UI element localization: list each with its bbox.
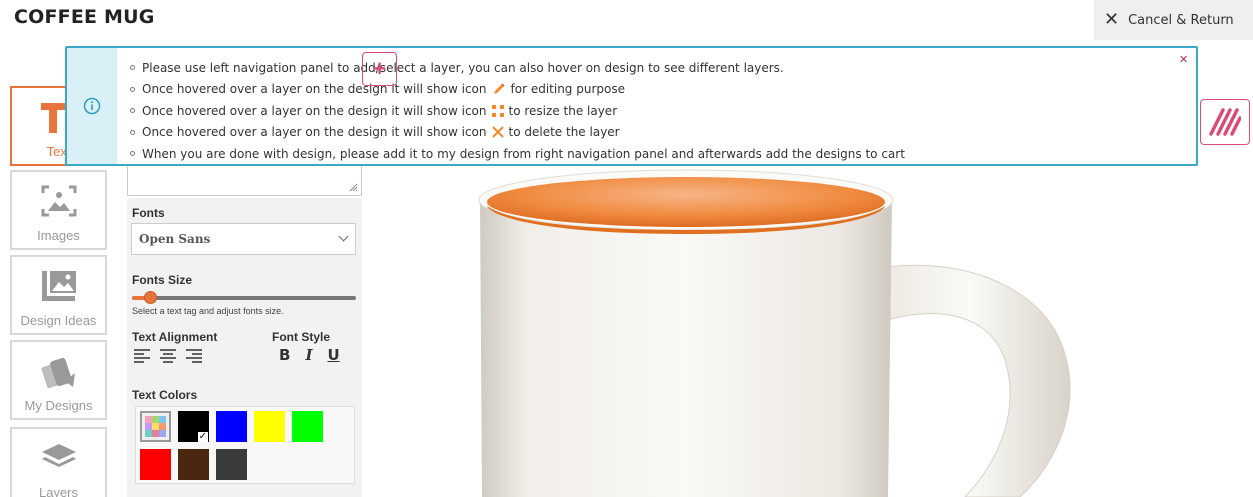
- palette-icon: [145, 416, 166, 437]
- help-text: Once hovered over a layer on the design …: [142, 103, 487, 118]
- font-style-buttons: B I U: [279, 346, 340, 364]
- underline-button[interactable]: U: [327, 346, 339, 364]
- help-text: for editing purpose: [510, 82, 625, 97]
- popup-close-button[interactable]: ×: [1179, 52, 1188, 68]
- page-title: COFFEE MUG: [14, 6, 155, 28]
- info-icon: [83, 97, 101, 115]
- designer-app: COFFEE MUG ✕ Cancel & Return Text Images…: [0, 0, 1253, 497]
- help-line: Once hovered over a layer on the design …: [130, 79, 905, 101]
- font-select-value: Open Sans: [139, 232, 211, 246]
- pattern-button[interactable]: [1200, 99, 1250, 145]
- font-style-label: Font Style: [272, 330, 331, 344]
- help-text: When you are done with design, please ad…: [142, 146, 905, 161]
- chevron-down-icon: [338, 231, 349, 242]
- align-center-icon[interactable]: [159, 348, 177, 364]
- text-colors-label: Text Colors: [132, 388, 198, 402]
- layers-icon: [39, 440, 79, 479]
- cancel-return-label: Cancel & Return: [1128, 12, 1234, 28]
- help-text: Once hovered over a layer on the design …: [142, 125, 487, 140]
- resize-icon: [491, 104, 504, 117]
- sidebar-item-layers[interactable]: Layers: [10, 427, 107, 497]
- stripes-icon: [1209, 108, 1241, 136]
- delete-icon: [491, 126, 504, 138]
- bullet-icon: [130, 108, 135, 114]
- color-swatch[interactable]: [178, 449, 209, 480]
- help-text: to resize the layer: [508, 103, 618, 118]
- bold-button[interactable]: B: [279, 346, 290, 364]
- help-line: When you are done with design, please ad…: [130, 143, 905, 165]
- help-info-popup: Please use left navigation panel to add/…: [65, 46, 1198, 166]
- text-settings-panel: Fonts Open Sans Fonts Size Select a text…: [127, 110, 362, 497]
- pencil-icon: [493, 83, 505, 95]
- help-line: Once hovered over a layer on the design …: [130, 100, 905, 122]
- alignment-buttons: [133, 348, 203, 364]
- align-left-icon[interactable]: [133, 348, 151, 364]
- help-list: Please use left navigation panel to add/…: [130, 57, 905, 165]
- image-icon: [39, 183, 79, 222]
- sidebar-item-my-designs[interactable]: My Designs: [10, 340, 107, 420]
- bullet-icon: [130, 151, 135, 157]
- sidebar-item-design-ideas[interactable]: Design Ideas: [10, 255, 107, 335]
- checkmark-icon: ✓: [197, 431, 208, 442]
- sidebar-item-label: Layers: [38, 485, 79, 497]
- resize-grip-icon: [349, 183, 358, 192]
- color-picker-swatch[interactable]: [140, 411, 171, 442]
- align-right-icon[interactable]: [185, 348, 203, 364]
- fonts-label: Fonts: [132, 206, 165, 220]
- font-select[interactable]: Open Sans: [131, 223, 356, 255]
- bullet-icon: [130, 129, 135, 135]
- font-size-hint: Select a text tag and adjust fonts size.: [132, 306, 284, 316]
- help-text: Once hovered over a layer on the design …: [142, 82, 487, 97]
- font-size-slider[interactable]: [132, 291, 356, 304]
- cancel-return-button[interactable]: ✕ Cancel & Return: [1094, 0, 1253, 40]
- slider-thumb[interactable]: [143, 291, 157, 304]
- sidebar-item-label: Images: [37, 228, 80, 243]
- sidebar-item-label: Design Ideas: [20, 313, 97, 328]
- color-swatch[interactable]: ✓: [178, 411, 209, 442]
- cards-icon: [39, 351, 79, 392]
- text-alignment-label: Text Alignment: [132, 330, 218, 344]
- info-strip: [67, 48, 117, 164]
- bullet-icon: [130, 65, 135, 71]
- help-text: Please use left navigation panel to add/…: [142, 60, 784, 75]
- italic-button[interactable]: I: [305, 346, 312, 364]
- product-canvas[interactable]: [420, 160, 1160, 497]
- color-swatches: ✓: [135, 406, 355, 484]
- color-swatch[interactable]: [292, 411, 323, 442]
- help-text: to delete the layer: [508, 125, 620, 140]
- add-layer-button[interactable]: +: [362, 52, 397, 86]
- plus-icon: +: [373, 56, 386, 81]
- help-line: Please use left navigation panel to add/…: [130, 57, 905, 79]
- close-icon: ✕: [1104, 9, 1120, 30]
- help-line: Once hovered over a layer on the design …: [130, 122, 905, 144]
- color-swatch[interactable]: [216, 411, 247, 442]
- color-swatch[interactable]: [216, 449, 247, 480]
- coffee-mug-image: [478, 169, 1071, 497]
- sidebar-item-label: My Designs: [24, 398, 93, 413]
- bullet-icon: [130, 86, 135, 92]
- gallery-icon: [39, 268, 79, 307]
- sidebar-item-images[interactable]: Images: [10, 170, 107, 250]
- font-size-label: Fonts Size: [132, 273, 193, 287]
- color-swatch[interactable]: [254, 411, 285, 442]
- color-swatch[interactable]: [140, 449, 171, 480]
- font-settings-card: Fonts Open Sans Fonts Size Select a text…: [127, 198, 362, 497]
